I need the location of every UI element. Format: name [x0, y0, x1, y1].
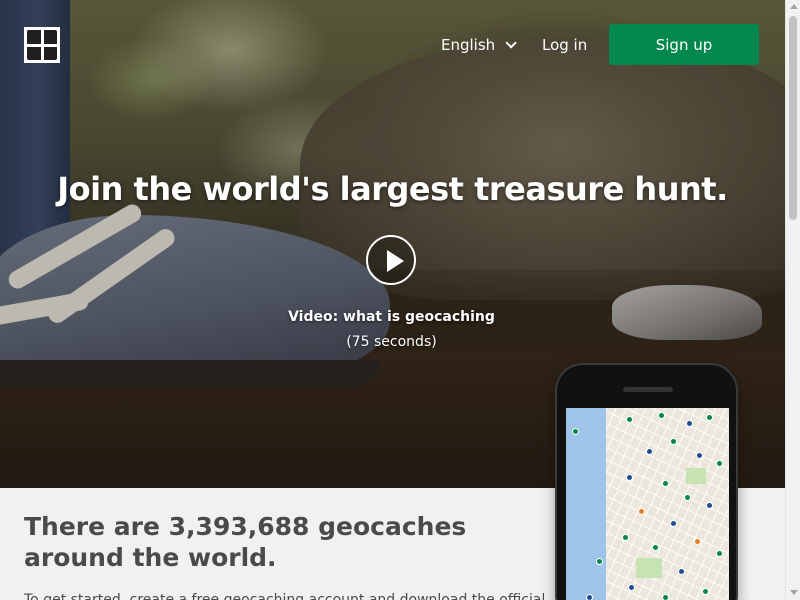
map-pin — [706, 502, 713, 509]
map-pin — [702, 588, 709, 595]
map-pin — [696, 452, 703, 459]
map-pin — [622, 534, 629, 541]
hero-title: Join the world's largest treasure hunt. — [57, 170, 728, 208]
page: Join the world's largest treasure hunt. … — [0, 0, 800, 600]
map-pin — [596, 558, 603, 565]
language-selector[interactable]: English — [441, 33, 517, 57]
login-link[interactable]: Log in — [542, 33, 587, 57]
scroll-down-arrow-icon[interactable] — [790, 590, 798, 595]
map-pin — [678, 568, 685, 575]
phone-speaker — [623, 387, 673, 392]
geocache-count-heading: There are 3,393,688 geocaches around the… — [24, 512, 467, 572]
map-pin — [694, 538, 701, 545]
map-park — [636, 558, 662, 578]
map-pin — [652, 544, 659, 551]
map-pin — [706, 414, 713, 421]
map-pin — [628, 584, 635, 591]
video-link[interactable]: Video: what is geocaching — [0, 309, 783, 325]
map-park — [686, 468, 706, 484]
map-pin — [658, 412, 665, 419]
scroll-up-arrow-icon[interactable] — [790, 4, 798, 9]
map-pin — [638, 508, 645, 515]
map-pin — [626, 416, 633, 423]
language-label: English — [441, 36, 496, 54]
map-pin — [572, 428, 579, 435]
logo-cell — [27, 46, 41, 60]
vertical-scrollbar[interactable] — [785, 0, 800, 600]
logo-cell — [43, 30, 57, 44]
play-video-button[interactable] — [366, 235, 416, 285]
map-pin — [716, 550, 723, 557]
map-pin — [686, 420, 693, 427]
phone-mockup — [555, 363, 738, 600]
geocaching-logo-icon[interactable] — [24, 27, 60, 63]
scroll-thumb[interactable] — [789, 16, 797, 220]
map-pin — [684, 494, 691, 501]
play-icon — [387, 250, 404, 272]
phone-map-screen — [566, 408, 729, 600]
map-pin — [662, 594, 669, 600]
video-duration: (75 seconds) — [346, 334, 437, 350]
map-pin — [662, 480, 669, 487]
map-pin — [646, 448, 653, 455]
signup-button[interactable]: Sign up — [609, 24, 759, 65]
intro-body-text: To get started, create a free geocaching… — [24, 592, 544, 600]
map-pin — [626, 474, 633, 481]
map-pin — [670, 520, 677, 527]
map-pin — [716, 460, 723, 467]
map-pin — [586, 594, 593, 600]
logo-cell — [27, 30, 41, 44]
map-pin — [670, 438, 677, 445]
logo-cell — [43, 46, 57, 60]
